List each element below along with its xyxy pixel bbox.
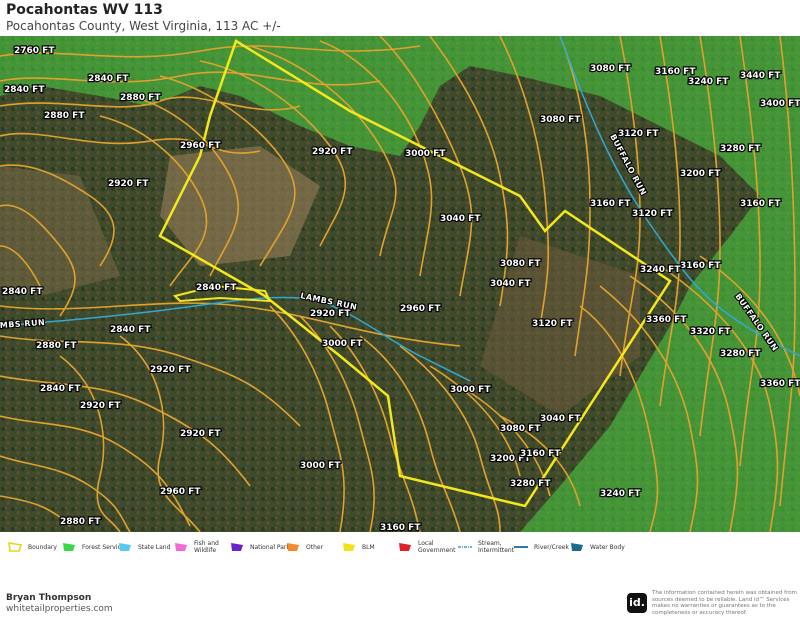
contour-label: 3160 FT: [380, 523, 421, 532]
contour-label: 3000 FT: [322, 339, 363, 349]
contour-label: 3240 FT: [688, 77, 729, 87]
blm-icon: [340, 540, 358, 554]
contour-label: 3040 FT: [490, 279, 531, 289]
boundary-outline-icon: [6, 540, 24, 554]
contour-label: 2920 FT: [312, 147, 353, 157]
contour-label: 3080 FT: [500, 424, 541, 434]
legend-item-stream-intermittent: Stream, Intermittent: [456, 540, 520, 554]
contour-label: 3440 FT: [740, 71, 781, 81]
contour-label: 3080 FT: [540, 115, 581, 125]
contour-label: 2880 FT: [44, 111, 85, 121]
contour-label: 2840 FT: [88, 74, 129, 84]
contour-label: 2920 FT: [150, 365, 191, 375]
other-land-icon: [284, 540, 302, 554]
legend-item-forest-service: Forest Servic: [60, 540, 124, 554]
legend-label: Water Body: [590, 543, 625, 551]
fish-wildlife-icon: [172, 540, 190, 554]
forest-service-icon: [60, 540, 78, 554]
contour-label: 3080 FT: [500, 259, 541, 269]
contour-label: 3320 FT: [690, 327, 731, 337]
agent-name: Bryan Thompson: [6, 593, 92, 603]
contour-label: 3280 FT: [720, 349, 761, 359]
contour-label: 3160 FT: [655, 67, 696, 77]
contour-label: 3360 FT: [760, 379, 800, 389]
contour-label: 3360 FT: [646, 315, 687, 325]
legend-item-water-body: Water Body: [568, 540, 632, 554]
contour-label: 3280 FT: [510, 479, 551, 489]
contour-label: 2880 FT: [120, 93, 161, 103]
local-government-icon: [396, 540, 414, 554]
contour-label: 3120 FT: [618, 129, 659, 139]
contour-label: 3000 FT: [450, 385, 491, 395]
legend-item-blm: BLM: [340, 540, 404, 554]
contour-label: 2760 FT: [14, 46, 55, 56]
contour-label: 3120 FT: [532, 319, 573, 329]
contour-label: 3160 FT: [680, 261, 721, 271]
agent-website[interactable]: whitetailproperties.com: [6, 604, 113, 614]
disclaimer-text: The information contained herein was obt…: [652, 590, 797, 616]
contour-label: 2840 FT: [110, 325, 151, 335]
national-park-icon: [228, 540, 246, 554]
river-creek-icon: [512, 540, 530, 554]
legend-item-state-land: State Land: [116, 540, 180, 554]
contour-label: 2960 FT: [160, 487, 201, 497]
contour-label: 3120 FT: [632, 209, 673, 219]
contour-label: 3160 FT: [590, 199, 631, 209]
contour-label: 3000 FT: [300, 461, 341, 471]
contour-label: 2920 FT: [310, 309, 351, 319]
map-view[interactable]: 2760 FT 2840 FT 2840 FT 2880 FT 2880 FT …: [0, 36, 800, 532]
contour-label: 3040 FT: [440, 214, 481, 224]
contour-label: 2840 FT: [196, 283, 237, 293]
map-subtitle: Pocahontas County, West Virginia, 113 AC…: [6, 19, 281, 33]
contour-label: 3080 FT: [590, 64, 631, 74]
map-canvas: 2760 FT 2840 FT 2840 FT 2880 FT 2880 FT …: [0, 36, 800, 532]
legend-item-national-park: National Park: [228, 540, 292, 554]
contour-label: 2880 FT: [36, 341, 77, 351]
contour-label: 2920 FT: [108, 179, 149, 189]
contour-label: 2920 FT: [180, 429, 221, 439]
legend-item-local-government: Local Government: [396, 540, 460, 554]
map-title: Pocahontas WV 113: [6, 2, 163, 18]
map-legend: Boundary Forest Servic State Land Fish a…: [0, 540, 800, 560]
legend-item-other: Other: [284, 540, 348, 554]
contour-label: 3240 FT: [640, 265, 681, 275]
contour-label: 2840 FT: [40, 384, 81, 394]
contour-label: 3240 FT: [600, 489, 641, 499]
contour-label: 3200 FT: [680, 169, 721, 179]
legend-item-fish-wildlife: Fish and Wildlife: [172, 540, 236, 554]
contour-label: 2960 FT: [400, 304, 441, 314]
contour-label: 3000 FT: [405, 149, 446, 159]
state-land-icon: [116, 540, 134, 554]
water-body-icon: [568, 540, 586, 554]
legend-label: Local Government: [418, 540, 456, 554]
contour-label: 2960 FT: [180, 141, 221, 151]
contour-label: 2920 FT: [80, 401, 121, 411]
contour-label: 3160 FT: [520, 449, 561, 459]
contour-label: 3040 FT: [540, 414, 581, 424]
contour-label: 2840 FT: [4, 85, 45, 95]
landid-logo: id.: [627, 593, 647, 613]
contour-label: 3280 FT: [720, 144, 761, 154]
contour-label: 2840 FT: [2, 287, 43, 297]
contour-label: 3160 FT: [740, 199, 781, 209]
stream-intermittent-icon: [456, 540, 474, 554]
legend-item-river-creek: River/Creek: [512, 540, 576, 554]
contour-label: 2880 FT: [60, 517, 101, 527]
contour-label: 3400 FT: [760, 99, 800, 109]
